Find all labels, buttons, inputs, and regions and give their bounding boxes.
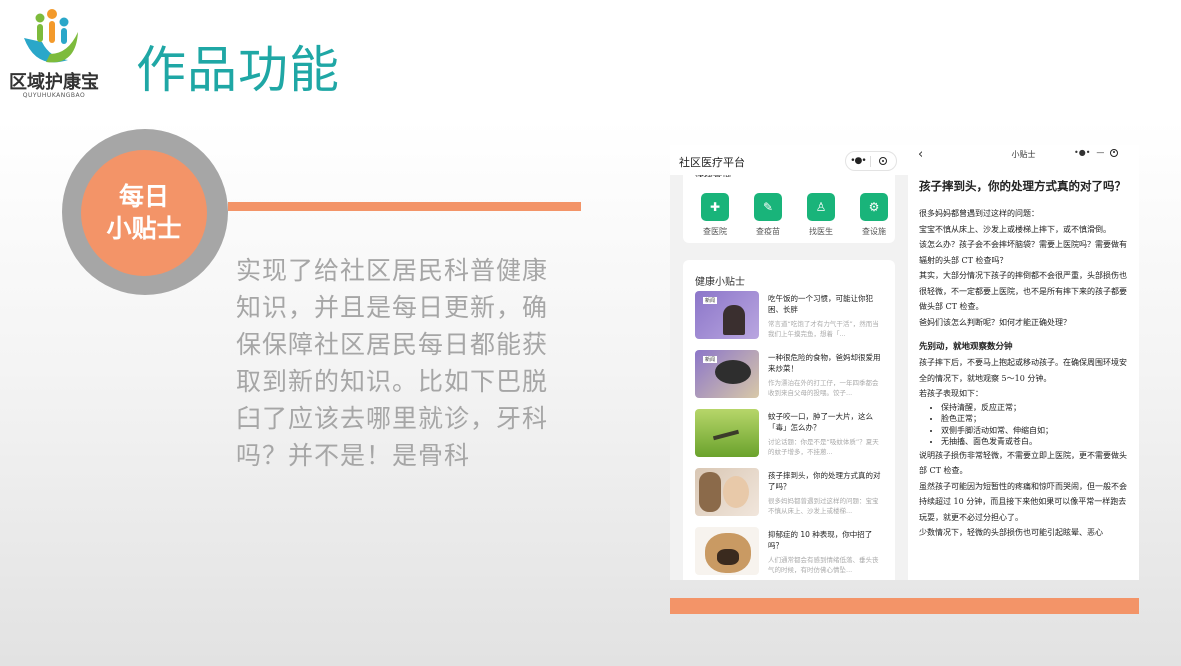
quick-item-doctor[interactable]: ♙ 找医生 [800, 193, 842, 237]
badge-circle: 每日 小贴士 [81, 150, 207, 276]
article-title: 孩子摔到头，你的处理方式真的对了吗？ [919, 179, 1126, 193]
tip-summary: 讨论话题：你是不是“吸蚊体质”？夏天的蚊子增多，不挂蒽... [768, 438, 879, 456]
brand-name-en: QUYUHUKANGBAO [22, 92, 86, 99]
nav-bar: 社区医疗平台 •●• [670, 145, 908, 175]
brand-name: 区域护康宝 [9, 72, 99, 93]
quick-item-facility[interactable]: ⚙ 查设施 [853, 193, 895, 237]
brand-logo: 区域护康宝 QUYUHUKANGBAO [6, 8, 102, 104]
nav-title: 社区医疗平台 [679, 156, 745, 169]
feature-description: 实现了给社区居民科普健康知识，并且是每日更新，确保保障社区居民每日都能获取到新的… [236, 256, 549, 470]
list-item: 双侧手脚活动如常、伸缩自如； [941, 425, 1131, 437]
health-tips-title: 健康小贴士 [695, 277, 745, 288]
syringe-icon: ✎ [754, 193, 782, 221]
close-target-icon[interactable] [1110, 148, 1119, 157]
article-paragraph: 虽然孩子可能因为短暂性的疼痛和惊吓而哭闹，但一般不会持续超过 10 分钟，而且接… [919, 481, 1127, 522]
list-item[interactable]: 蚊子咬一口，肿了一大片，这么「毒」怎么办？ 讨论话题：你是不是“吸蚊体质”？夏天… [695, 409, 887, 459]
symptom-list: 保持清醒，反应正常； 脸色正常； 双侧手脚活动如常、伸缩自如； 无抽搐、面色发青… [919, 402, 1131, 448]
article-paragraph: 若孩子表现如下： [919, 389, 983, 398]
article-subheading: 先别动，就地观察数分钟 [919, 342, 1013, 352]
tip-title: 一种很危险的食物，爸妈却很爱用来炒菜！ [768, 353, 881, 373]
minimize-icon[interactable]: — [1096, 148, 1104, 157]
tip-title: 蚊子咬一口，肿了一大片，这么「毒」怎么办？ [768, 412, 873, 432]
tip-summary: 人们通常都会有感到情绪低落、垂头丧气的时候，有时仿佛心情坠... [768, 556, 879, 574]
close-target-icon[interactable] [871, 157, 895, 165]
tip-title: 抑郁症的 10 种表现，你中招了吗？ [768, 530, 873, 550]
list-item[interactable]: 抑郁症的 10 种表现，你中招了吗？ 人们通常都会有感到情绪低落、垂头丧气的时候… [695, 527, 887, 577]
article-paragraph: 其实，大部分情况下孩子的摔倒都不会很严重，头部损伤也很轻微，不一定都要上医院，也… [919, 271, 1127, 311]
tip-summary: 作为漂泊在外的打工仔，一年四季都会收到来自父母的投喂。饺子... [768, 379, 879, 397]
accent-bar [670, 598, 1139, 614]
tip-thumbnail [695, 409, 759, 457]
article-paragraph: 该怎么办？孩子会不会摔坏脑袋？需要上医院吗？需要做有辐射的头部 CT 检查吗？ [919, 240, 1127, 265]
tip-title: 孩子摔到头，你的处理方式真的对了吗？ [768, 471, 881, 491]
list-item[interactable]: 孩子摔到头，你的处理方式真的对了吗？ 很多妈妈都曾遇到过这样的问题：宝宝不慎从床… [695, 468, 887, 518]
hospital-icon: ✚ [701, 193, 729, 221]
quick-item-label: 查疫苗 [756, 227, 780, 236]
article-paragraph: 爸妈们该怎么判断呢？如何才能正确处理？ [919, 317, 1071, 327]
doctor-icon: ♙ [807, 193, 835, 221]
article-screen: ‹ 小贴士 •●• — 孩子摔到头，你的处理方式真的对了吗？ 很多妈妈都曾遇到过… [908, 145, 1139, 580]
list-item: 脸色正常； [941, 413, 1131, 425]
more-icon[interactable]: •●• [846, 156, 870, 166]
article-paragraph: 孩子摔下后，不要马上抱起或移动孩子。在确保周围环境安全的情况下，就地观察 5～1… [919, 358, 1127, 383]
accent-line [228, 202, 581, 211]
slide-title: 作品功能 [136, 41, 340, 99]
list-item[interactable]: 新闻 吃午饭的一个习惯，可能让你犯困、长胖 常言道“吃饱了才有力气干活”，然而当… [695, 291, 887, 341]
tip-tag: 新闻 [703, 297, 718, 304]
health-tips-card: 健康小贴士 新闻 吃午饭的一个习惯，可能让你犯困、长胖 常言道“吃饱了才有力气干… [683, 260, 895, 580]
mini-program-capsule: •●• [845, 151, 897, 171]
home-screen: 快捷查询 ✚ 查医院 ✎ 查疫苗 ♙ 找医生 ⚙ 查设施 社区医疗平台 •●• … [670, 145, 908, 580]
list-item: 无抽搐、面色发青或苍白。 [941, 436, 1131, 448]
mini-program-capsule: •●• — [1074, 148, 1119, 157]
tip-title: 吃午饭的一个习惯，可能让你犯困、长胖 [768, 294, 873, 314]
list-item[interactable]: 新闻 一种很危险的食物，爸妈却很爱用来炒菜！ 作为漂泊在外的打工仔，一年四季都会… [695, 350, 887, 400]
quick-item-vaccine[interactable]: ✎ 查疫苗 [747, 193, 789, 237]
badge-line-1: 每日 [118, 182, 169, 211]
tip-thumbnail [695, 527, 759, 575]
article-paragraph: 说明孩子损伤非常轻微，不需要立即上医院，更不需要做头部 CT 检查。 [919, 450, 1127, 476]
tip-summary: 常言道“吃饱了才有力气干活”，然而当我们上午摸完鱼，想着「... [768, 320, 879, 338]
article-paragraph: 宝宝不慎从床上、沙发上或楼梯上摔下，或不慎滑倒。 [919, 224, 1111, 234]
settings-icon: ⚙ [860, 193, 888, 221]
tip-thumbnail: 新闻 [695, 291, 759, 339]
tip-thumbnail: 新闻 [695, 350, 759, 398]
quick-item-label: 查设施 [862, 227, 886, 236]
article-body: 孩子摔到头，你的处理方式真的对了吗？ 很多妈妈都曾遇到过这样的问题： 宝宝不慎从… [919, 179, 1131, 541]
list-item: 保持清醒，反应正常； [941, 402, 1131, 414]
more-icon[interactable]: •●• [1074, 148, 1090, 157]
quick-query-card: 快捷查询 ✚ 查医院 ✎ 查疫苗 ♙ 找医生 ⚙ 查设施 [683, 165, 895, 243]
quick-item-label: 查医院 [703, 227, 727, 236]
tip-tag: 新闻 [703, 356, 718, 363]
article-paragraph: 很多妈妈都曾遇到过这样的问题： [919, 209, 1039, 218]
tip-summary: 很多妈妈都曾遇到过这样的问题：宝宝不慎从床上、沙发上或楼梯... [768, 497, 879, 515]
quick-item-hospital[interactable]: ✚ 查医院 [694, 193, 736, 237]
article-nav-bar: ‹ 小贴士 •●• — [908, 145, 1139, 167]
family-logo-icon [24, 9, 78, 63]
article-paragraph: 少数情况下，轻微的头部损伤也可能引起眩晕、恶心 [919, 528, 1103, 537]
quick-item-label: 找医生 [809, 227, 833, 236]
badge-line-2: 小贴士 [106, 214, 182, 243]
tip-thumbnail [695, 468, 759, 516]
